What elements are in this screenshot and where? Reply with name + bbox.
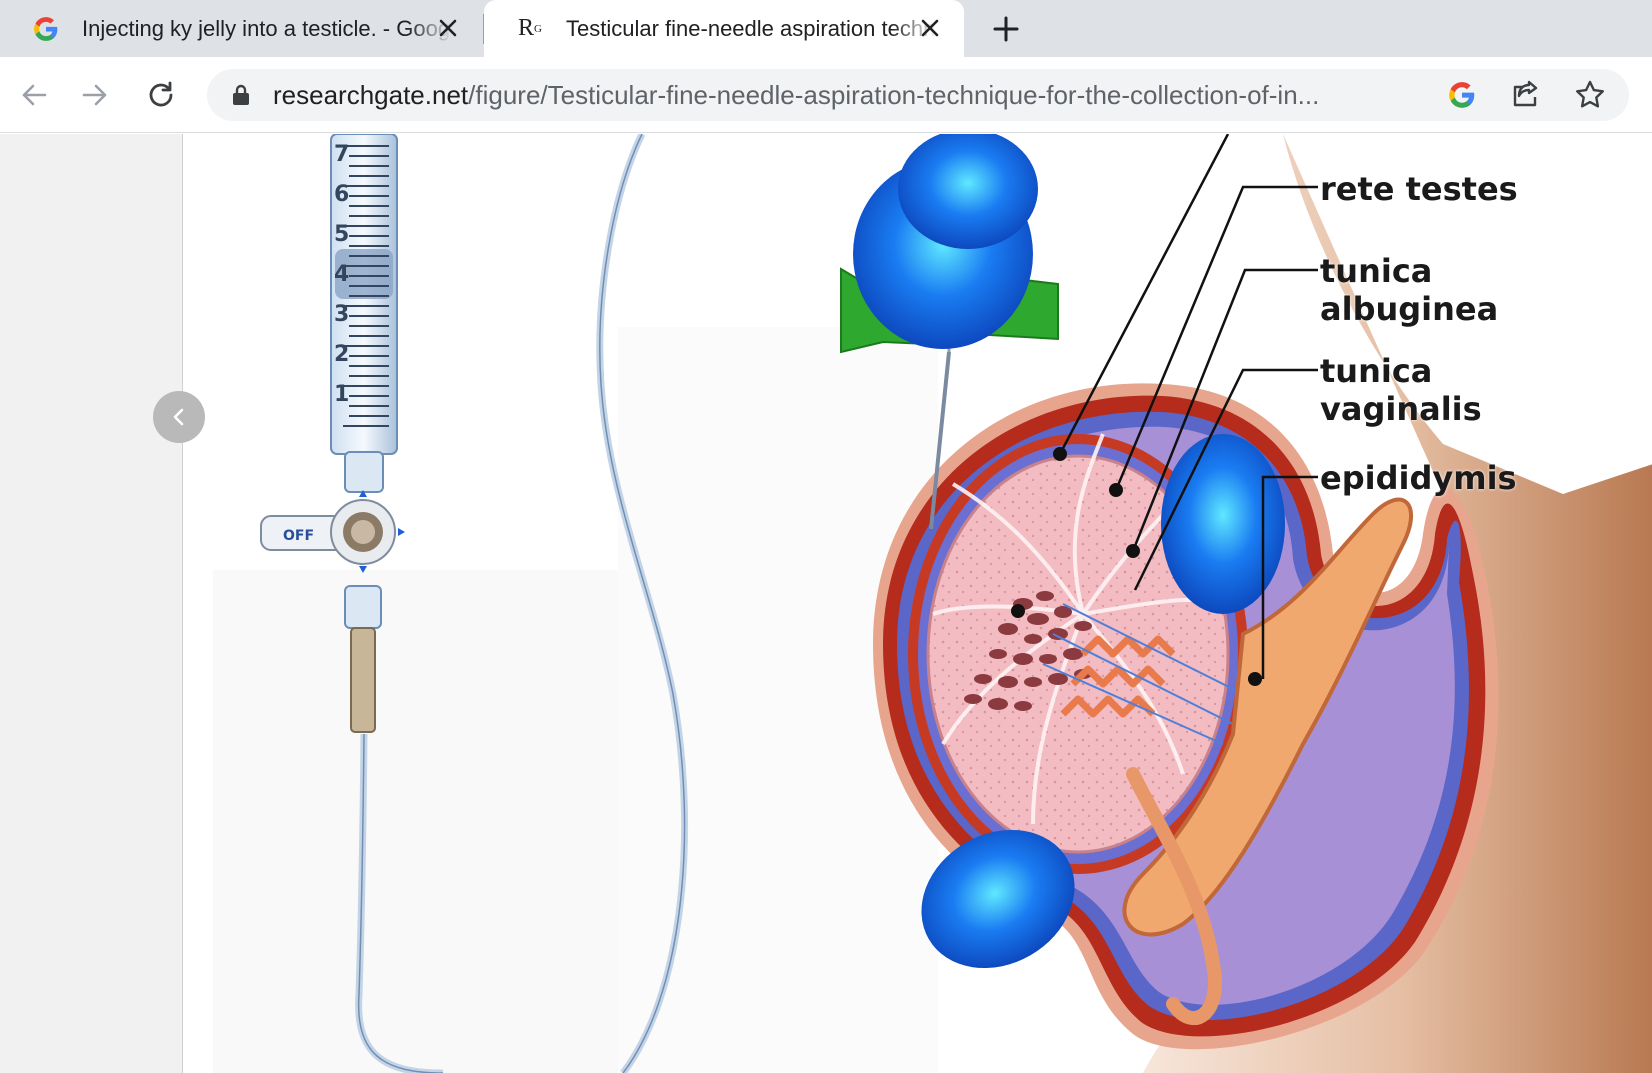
syringe-mark: 3: [334, 302, 349, 327]
syringe-mark: 5: [334, 222, 349, 247]
label-tunica-vaginalis: tunica vaginalis: [1320, 352, 1482, 428]
close-tab-icon[interactable]: [916, 14, 944, 42]
label-rete-testes: rete testes: [1320, 170, 1518, 208]
tab-title: Injecting ky jelly into a testicle. - Go…: [82, 15, 452, 41]
lock-icon[interactable]: [229, 83, 253, 107]
researchgate-icon: RG: [518, 15, 542, 41]
syringe-mark: 2: [334, 342, 349, 367]
label-epididymis: epididymis: [1320, 459, 1517, 497]
medical-figure: 7 6 5 4 3 2 1 OFF rete testes tunica alb…: [182, 134, 1652, 1073]
forward-arrow-icon[interactable]: [73, 73, 117, 117]
syringe-mark: 7: [334, 142, 349, 167]
syringe-mark: 6: [334, 182, 349, 207]
glove-finger: [1161, 434, 1285, 614]
tab-researchgate[interactable]: RG Testicular fine-needle aspiration tec…: [484, 0, 964, 57]
google-lens-icon[interactable]: [1444, 77, 1480, 113]
tab-strip: Injecting ky jelly into a testicle. - Go…: [0, 0, 1652, 57]
tab-google-search[interactable]: Injecting ky jelly into a testicle. - Go…: [0, 0, 482, 57]
reload-icon[interactable]: [139, 73, 183, 117]
stopcock-label: OFF: [283, 528, 314, 544]
page-content: 7 6 5 4 3 2 1 OFF rete testes tunica alb…: [0, 134, 1652, 1073]
address-bar[interactable]: researchgate.net/figure/Testicular-fine-…: [207, 69, 1629, 121]
close-tab-icon[interactable]: [434, 14, 462, 42]
google-g-icon: [32, 15, 60, 43]
chevron-left-icon: [173, 408, 184, 426]
back-arrow-icon[interactable]: [12, 73, 56, 117]
tab-title: Testicular fine-needle aspiration techni…: [566, 15, 936, 41]
bookmark-star-icon[interactable]: [1572, 77, 1608, 113]
syringe-mark: 1: [334, 382, 349, 407]
url-text[interactable]: researchgate.net/figure/Testicular-fine-…: [273, 80, 1403, 111]
previous-figure-button[interactable]: [153, 391, 205, 443]
syringe-mark: 4: [334, 262, 349, 287]
browser-toolbar: researchgate.net/figure/Testicular-fine-…: [0, 57, 1652, 133]
label-tunica-albuginea: tunica albuginea: [1320, 252, 1499, 328]
share-icon[interactable]: [1507, 77, 1543, 113]
new-tab-icon[interactable]: [988, 11, 1024, 47]
